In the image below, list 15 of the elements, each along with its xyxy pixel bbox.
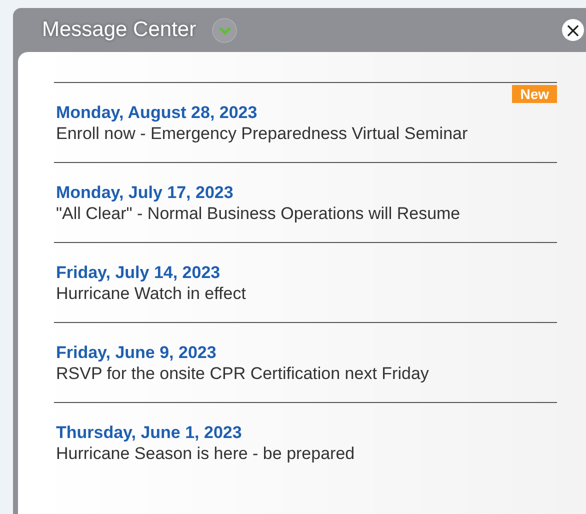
close-button[interactable]: × <box>562 19 584 41</box>
message-date[interactable]: Thursday, June 1, 2023 <box>56 423 242 443</box>
chevron-down-icon <box>218 26 232 34</box>
message-date[interactable]: Friday, July 14, 2023 <box>56 263 220 283</box>
panel-title: Message Center <box>42 18 196 42</box>
message-date[interactable]: Monday, July 17, 2023 <box>56 183 234 203</box>
message-subject[interactable]: "All Clear" - Normal Business Operations will Resume <box>56 204 460 224</box>
message-subject[interactable]: Hurricane Watch in effect <box>56 284 246 304</box>
message-subject[interactable]: Hurricane Season is here - be prepared <box>56 444 355 464</box>
collapse-button[interactable] <box>212 18 238 42</box>
new-badge: New <box>512 85 557 103</box>
message-date[interactable]: Monday, August 28, 2023 <box>56 103 258 123</box>
message-date[interactable]: Friday, June 9, 2023 <box>56 343 216 363</box>
message-subject[interactable]: Enroll now - Emergency Preparedness Virtual Seminar <box>56 124 468 144</box>
message-subject[interactable]: RSVP for the onsite CPR Certification next Friday <box>56 364 429 384</box>
